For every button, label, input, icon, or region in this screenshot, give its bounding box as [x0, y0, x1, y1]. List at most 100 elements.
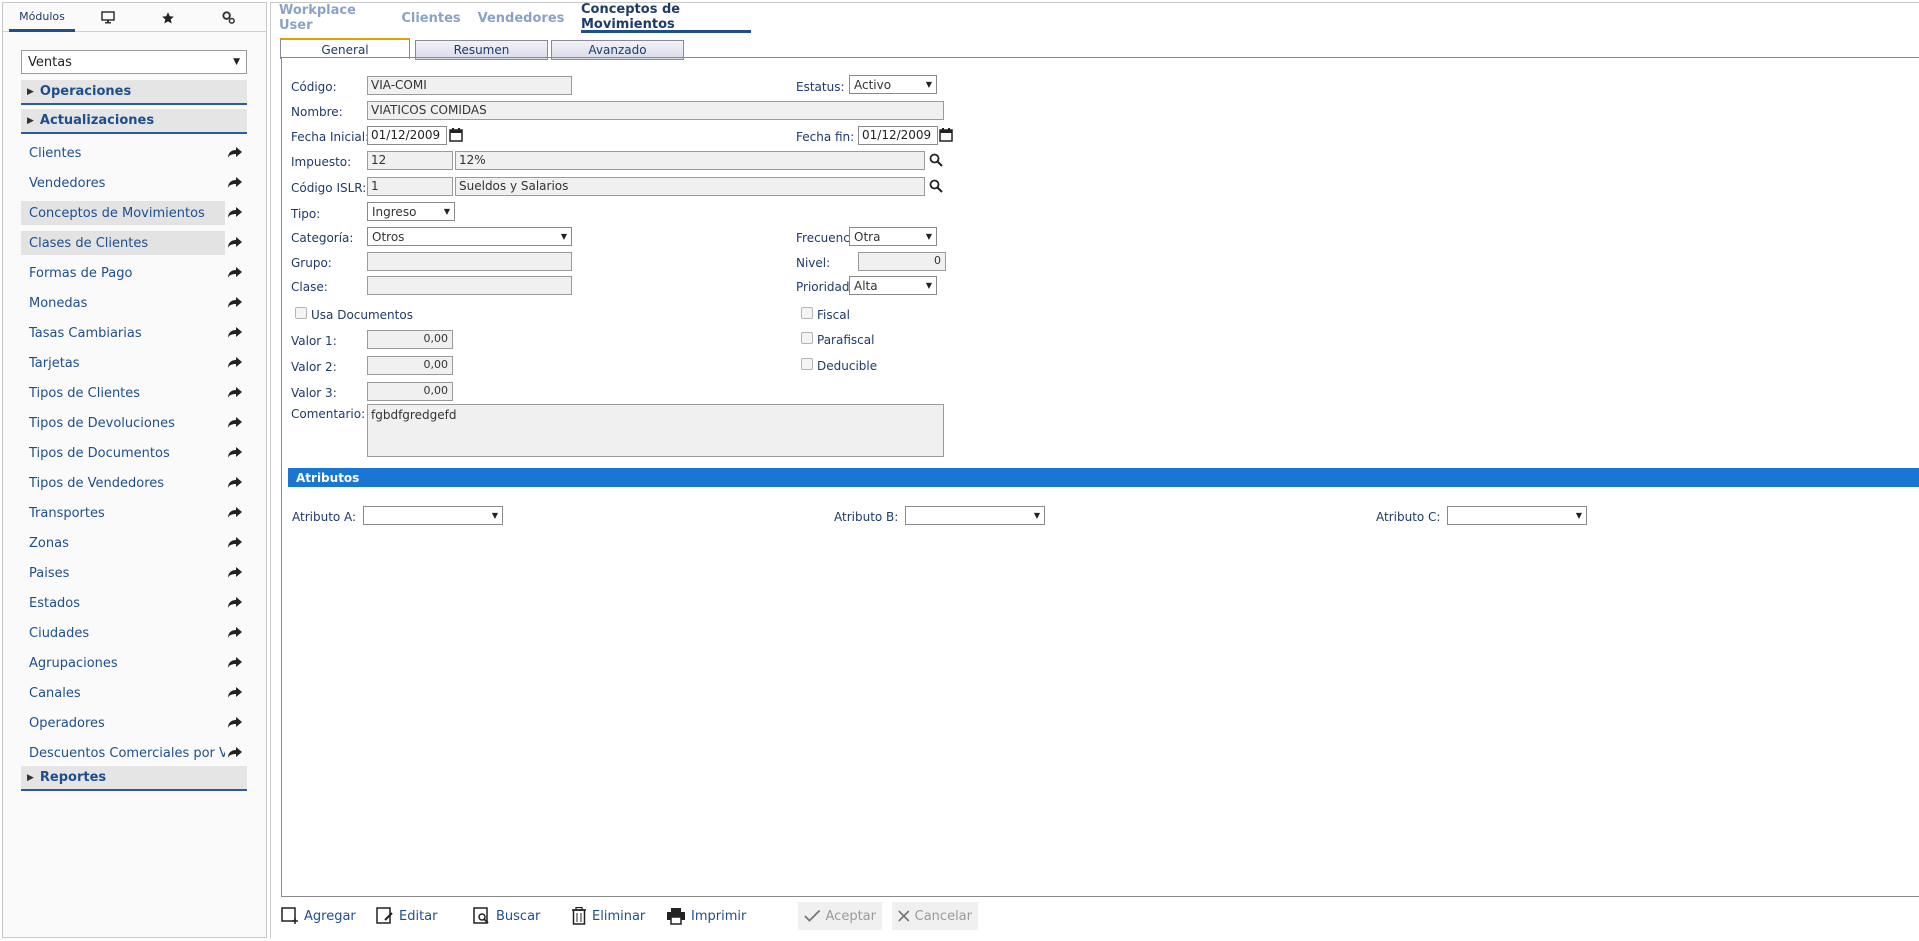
tab-vendedores[interactable]: Vendedores — [478, 3, 565, 33]
atributo-b-select[interactable]: ▼ — [905, 506, 1045, 525]
section-operaciones-label: Operaciones — [39, 84, 132, 99]
tab-workplace-user[interactable]: Workplace User — [279, 3, 379, 33]
share-arrow-icon[interactable] — [227, 234, 243, 250]
imprimir-button[interactable]: Imprimir — [666, 903, 746, 929]
atributo-c-select[interactable]: ▼ — [1447, 506, 1587, 525]
deducible-checkbox[interactable] — [801, 358, 813, 370]
impuesto-desc-input[interactable]: 12% — [455, 151, 925, 170]
share-arrow-icon[interactable] — [227, 684, 243, 700]
agregar-label: Agregar — [304, 908, 356, 924]
calendar-icon[interactable] — [939, 128, 953, 142]
sidebar-item[interactable]: Operadores — [21, 711, 225, 735]
sidebar-item[interactable]: Tasas Cambiarias — [21, 321, 225, 345]
share-arrow-icon[interactable] — [227, 534, 243, 550]
fiscal-checkbox[interactable] — [801, 307, 813, 319]
sidebar-item[interactable]: Canales — [21, 681, 225, 705]
search-icon[interactable] — [929, 179, 943, 193]
nivel-input[interactable]: 0 — [858, 252, 946, 271]
codigo-input[interactable]: VIA-COMI — [367, 76, 572, 95]
frecuencia-select[interactable]: Otra ▼ — [849, 227, 937, 246]
share-arrow-icon[interactable] — [227, 414, 243, 430]
sidebar-item[interactable]: Vendedores — [21, 171, 225, 195]
sidebar-item[interactable]: Tipos de Vendedores — [21, 471, 225, 495]
share-arrow-icon[interactable] — [227, 384, 243, 400]
sidebar-item[interactable]: Estados — [21, 591, 225, 615]
sidebar-item[interactable]: Tipos de Devoluciones — [21, 411, 225, 435]
atributo-a-label: Atributo A: — [292, 510, 357, 524]
tab-settings[interactable] — [213, 3, 243, 32]
share-arrow-icon[interactable] — [227, 714, 243, 730]
eliminar-button[interactable]: Eliminar — [571, 903, 645, 929]
comentario-textarea[interactable]: fgbdfgredgefd — [367, 404, 944, 457]
share-arrow-icon[interactable] — [227, 564, 243, 580]
islr-desc-input[interactable]: Sueldos y Salarios — [455, 177, 925, 196]
sidebar-item[interactable]: Tipos de Clientes — [21, 381, 225, 405]
valor1-input[interactable]: 0,00 — [367, 330, 453, 349]
tab-desktop[interactable] — [93, 3, 123, 32]
share-arrow-icon[interactable] — [227, 504, 243, 520]
sidebar-item[interactable]: Ciudades — [21, 621, 225, 645]
calendar-icon[interactable] — [449, 128, 463, 142]
usa-documentos-checkbox[interactable] — [295, 307, 307, 319]
impuesto-code-input[interactable]: 12 — [367, 151, 453, 170]
section-operaciones[interactable]: ▶ Operaciones — [21, 80, 247, 105]
sidebar-item[interactable]: Transportes — [21, 501, 225, 525]
sidebar-item[interactable]: Tipos de Documentos — [21, 441, 225, 465]
share-arrow-icon[interactable] — [227, 744, 243, 760]
share-arrow-icon[interactable] — [227, 264, 243, 280]
comentario-label: Comentario: — [291, 407, 366, 421]
clase-input[interactable] — [367, 276, 572, 295]
tab-favorites[interactable] — [153, 3, 183, 32]
islr-code-input[interactable]: 1 — [367, 177, 453, 196]
parafiscal-checkbox[interactable] — [801, 332, 813, 344]
tab-conceptos-movimientos[interactable]: Conceptos de Movimientos — [581, 2, 751, 33]
share-arrow-icon[interactable] — [227, 144, 243, 160]
prioridad-value: Alta — [854, 278, 878, 293]
sidebar-item[interactable]: Tarjetas — [21, 351, 225, 375]
share-arrow-icon[interactable] — [227, 444, 243, 460]
tab-clientes[interactable]: Clientes — [401, 3, 461, 33]
share-arrow-icon[interactable] — [227, 204, 243, 220]
categoria-select[interactable]: Otros ▼ — [367, 227, 572, 246]
estatus-select[interactable]: Activo ▼ — [849, 75, 937, 94]
tab-modulos[interactable]: Módulos — [9, 3, 75, 32]
share-arrow-icon[interactable] — [227, 474, 243, 490]
sidebar-item[interactable]: Conceptos de Movimientos — [21, 201, 225, 225]
agregar-button[interactable]: Agregar — [281, 903, 356, 929]
prioridad-select[interactable]: Alta ▼ — [849, 276, 937, 295]
search-icon[interactable] — [929, 153, 943, 167]
share-arrow-icon[interactable] — [227, 594, 243, 610]
share-arrow-icon[interactable] — [227, 654, 243, 670]
nombre-input[interactable]: VIATICOS COMIDAS — [367, 101, 944, 120]
sidebar-item[interactable]: Monedas — [21, 291, 225, 315]
section-actualizaciones[interactable]: ▶ Actualizaciones — [21, 109, 247, 134]
sidebar-item[interactable]: Agrupaciones — [21, 651, 225, 675]
section-reportes[interactable]: ▶ Reportes — [21, 766, 247, 791]
valor3-input[interactable]: 0,00 — [367, 382, 453, 401]
share-arrow-icon[interactable] — [227, 294, 243, 310]
sidebar-item[interactable]: Descuentos Comerciales por V — [21, 741, 225, 765]
sidebar-item[interactable]: Paises — [21, 561, 225, 585]
share-arrow-icon[interactable] — [227, 624, 243, 640]
buscar-button[interactable]: Buscar — [473, 903, 540, 929]
tipo-select[interactable]: Ingreso ▼ — [367, 202, 455, 221]
share-arrow-icon[interactable] — [227, 324, 243, 340]
form-tab-general[interactable]: General — [280, 38, 410, 59]
sidebar-item[interactable]: Formas de Pago — [21, 261, 225, 285]
sidebar-item[interactable]: Zonas — [21, 531, 225, 555]
share-arrow-icon[interactable] — [227, 354, 243, 370]
aceptar-button[interactable]: Aceptar — [798, 902, 882, 930]
grupo-input[interactable] — [367, 252, 572, 271]
atributo-a-select[interactable]: ▼ — [363, 506, 503, 525]
sidebar-item-label: Tipos de Clientes — [29, 385, 141, 401]
cancelar-button[interactable]: Cancelar — [892, 902, 978, 930]
fecha-fin-input[interactable]: 01/12/2009 — [858, 126, 938, 145]
sidebar-item[interactable]: Clases de Clientes — [21, 231, 225, 255]
editar-button[interactable]: Editar — [376, 903, 438, 929]
grupo-label: Grupo: — [291, 256, 332, 270]
share-arrow-icon[interactable] — [227, 174, 243, 190]
sidebar-item[interactable]: Clientes — [21, 141, 225, 165]
fecha-inicial-input[interactable]: 01/12/2009 — [367, 126, 447, 145]
module-select[interactable]: Ventas ▼ — [21, 50, 247, 74]
valor2-input[interactable]: 0,00 — [367, 356, 453, 375]
